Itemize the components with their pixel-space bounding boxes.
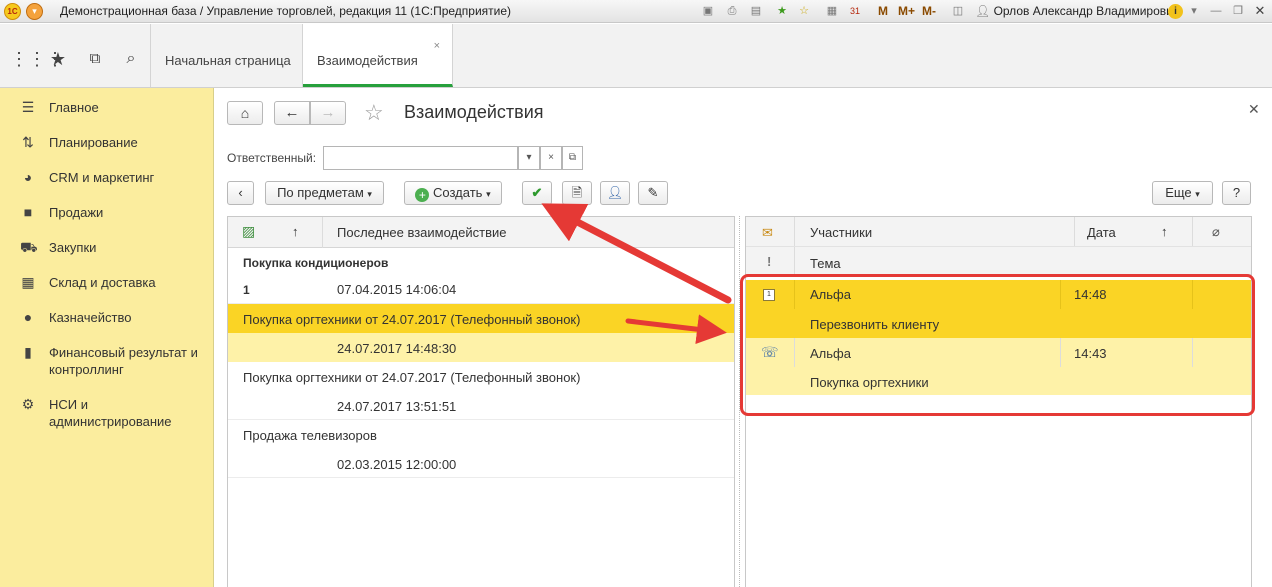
arrow-to-interactions [625,314,727,345]
arrow-to-checkmark [541,203,732,304]
annotation-arrows [541,203,732,345]
